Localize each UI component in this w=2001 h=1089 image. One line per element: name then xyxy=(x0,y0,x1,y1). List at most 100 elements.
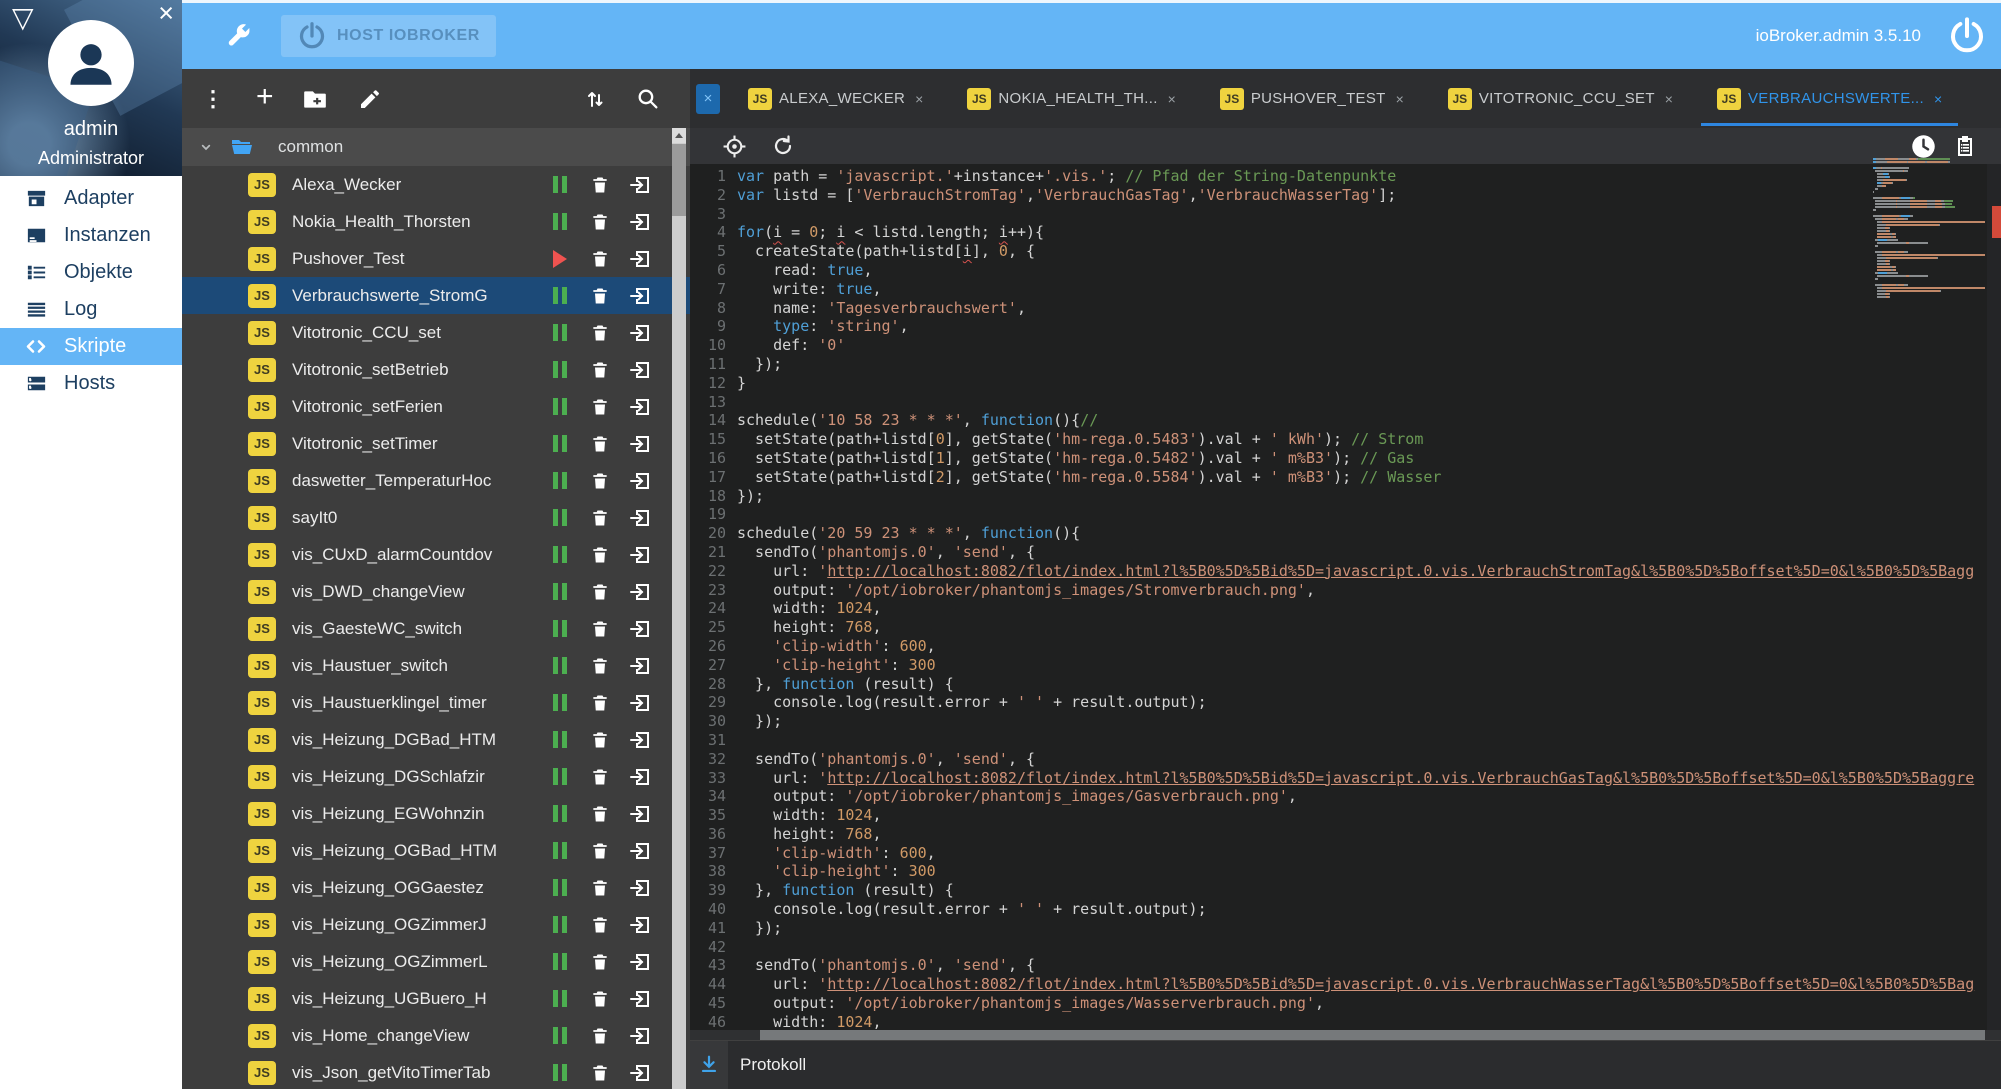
script-row[interactable]: JS Pushover_Test xyxy=(182,240,690,277)
delete-icon[interactable] xyxy=(580,507,620,529)
delete-icon[interactable] xyxy=(580,470,620,492)
refresh-icon[interactable] xyxy=(771,134,795,158)
pause-icon[interactable] xyxy=(553,731,567,748)
script-row[interactable]: JS vis_Haustuerklingel_timer xyxy=(182,684,690,721)
tab-close-icon[interactable]: × xyxy=(1665,91,1673,107)
script-row[interactable]: JS vis_Heizung_DGSchlafzir xyxy=(182,758,690,795)
delete-icon[interactable] xyxy=(580,211,620,233)
minimap[interactable] xyxy=(1873,158,1985,299)
script-row[interactable]: JS daswetter_TemperaturHoc xyxy=(182,462,690,499)
export-icon[interactable] xyxy=(620,284,660,308)
export-icon[interactable] xyxy=(620,987,660,1011)
script-row[interactable]: JS vis_GaesteWC_switch xyxy=(182,610,690,647)
pause-icon[interactable] xyxy=(553,990,567,1007)
sidebar-item-adapter[interactable]: Adapter xyxy=(0,180,182,217)
export-icon[interactable] xyxy=(620,247,660,271)
script-row[interactable]: JS vis_DWD_changeView xyxy=(182,573,690,610)
pause-icon[interactable] xyxy=(553,435,567,452)
delete-icon[interactable] xyxy=(580,1025,620,1047)
delete-icon[interactable] xyxy=(580,877,620,899)
pause-icon[interactable] xyxy=(553,768,567,785)
more-menu-icon[interactable]: ⋮ xyxy=(202,87,224,110)
script-row[interactable]: JS Vitotronic_setBetrieb xyxy=(182,351,690,388)
close-sidebar-icon[interactable]: × xyxy=(158,0,174,27)
export-icon[interactable] xyxy=(620,691,660,715)
scripts-scrollbar[interactable] xyxy=(672,128,686,1089)
script-row[interactable]: JS vis_Heizung_OGBad_HTM xyxy=(182,832,690,869)
edit-icon[interactable] xyxy=(358,87,382,111)
play-icon[interactable] xyxy=(553,249,567,268)
pause-icon[interactable] xyxy=(553,694,567,711)
script-row[interactable]: JS Alexa_Wecker xyxy=(182,166,690,203)
script-row[interactable]: JS vis_Haustuer_switch xyxy=(182,647,690,684)
sidebar-item-log[interactable]: Log xyxy=(0,291,182,328)
scroll-up-icon[interactable] xyxy=(672,128,686,143)
search-icon[interactable] xyxy=(635,86,660,111)
pause-icon[interactable] xyxy=(553,1064,567,1081)
script-row[interactable]: JS vis_Heizung_OGGaestez xyxy=(182,869,690,906)
tab-close-icon[interactable]: × xyxy=(1396,91,1404,107)
editor-tab-4[interactable]: JS VITOTRONIC_CCU_SET × xyxy=(1432,69,1689,128)
pause-icon[interactable] xyxy=(553,916,567,933)
pause-icon[interactable] xyxy=(553,657,567,674)
hscroll-thumb[interactable] xyxy=(760,1030,1985,1040)
export-icon[interactable] xyxy=(620,913,660,937)
export-icon[interactable] xyxy=(620,506,660,530)
export-icon[interactable] xyxy=(620,1061,660,1085)
script-row[interactable]: JS vis_CUxD_alarmCountdov xyxy=(182,536,690,573)
code-area[interactable]: 1 2 3 4 5 6 7 8 9 10 11 12 13 14 15 16 17 18 19 20 21 22 23 24 2… xyxy=(690,164,2001,1030)
host-iobroker-button[interactable]: HOST IOBROKER xyxy=(281,15,496,57)
script-row[interactable]: JS Verbrauchswerte_StromG xyxy=(182,277,690,314)
export-icon[interactable] xyxy=(620,728,660,752)
export-icon[interactable] xyxy=(620,1024,660,1048)
delete-icon[interactable] xyxy=(580,359,620,381)
pause-icon[interactable] xyxy=(553,879,567,896)
pause-icon[interactable] xyxy=(553,805,567,822)
delete-icon[interactable] xyxy=(580,544,620,566)
script-row[interactable]: JS vis_Heizung_EGWohnzin xyxy=(182,795,690,832)
folder-row-common[interactable]: common xyxy=(182,128,690,166)
export-icon[interactable] xyxy=(620,543,660,567)
horizontal-scrollbar[interactable] xyxy=(690,1030,2001,1040)
log-bar[interactable]: Protokoll xyxy=(690,1040,2001,1089)
delete-icon[interactable] xyxy=(580,285,620,307)
script-row[interactable]: JS vis_Heizung_OGZimmerJ xyxy=(182,906,690,943)
pause-icon[interactable] xyxy=(553,583,567,600)
pause-icon[interactable] xyxy=(553,361,567,378)
delete-icon[interactable] xyxy=(580,618,620,640)
chevron-down-icon[interactable] xyxy=(198,139,214,155)
script-row[interactable]: JS Nokia_Health_Thorsten xyxy=(182,203,690,240)
pause-icon[interactable] xyxy=(553,953,567,970)
pause-icon[interactable] xyxy=(553,472,567,489)
annotation-ruler[interactable] xyxy=(1987,164,2001,1040)
editor-tab-3[interactable]: JS PUSHOVER_TEST × xyxy=(1204,69,1420,128)
delete-icon[interactable] xyxy=(580,951,620,973)
delete-icon[interactable] xyxy=(580,1062,620,1084)
delete-icon[interactable] xyxy=(580,322,620,344)
sidebar-item-instanzen[interactable]: Instanzen xyxy=(0,217,182,254)
export-icon[interactable] xyxy=(620,617,660,641)
locate-icon[interactable] xyxy=(722,134,747,159)
scrollbar-thumb[interactable] xyxy=(672,144,686,216)
editor-tab-2[interactable]: JS NOKIA_HEALTH_TH... × xyxy=(951,69,1192,128)
script-row[interactable]: JS sayIt0 xyxy=(182,499,690,536)
delete-icon[interactable] xyxy=(580,248,620,270)
pause-icon[interactable] xyxy=(553,176,567,193)
export-icon[interactable] xyxy=(620,839,660,863)
delete-icon[interactable] xyxy=(580,396,620,418)
pause-icon[interactable] xyxy=(553,213,567,230)
error-marker[interactable] xyxy=(1992,206,2001,238)
export-icon[interactable] xyxy=(620,358,660,382)
delete-icon[interactable] xyxy=(580,433,620,455)
export-icon[interactable] xyxy=(620,321,660,345)
tab-close-icon[interactable]: × xyxy=(1934,91,1942,107)
add-folder-icon[interactable] xyxy=(302,86,328,112)
delete-icon[interactable] xyxy=(580,766,620,788)
export-icon[interactable] xyxy=(620,950,660,974)
editor-tab-5[interactable]: JS VERBRAUCHSWERTE... × xyxy=(1700,69,1959,128)
delete-icon[interactable] xyxy=(580,655,620,677)
add-script-icon[interactable]: + xyxy=(256,82,274,112)
script-row[interactable]: JS vis_Home_changeView xyxy=(182,1017,690,1054)
delete-icon[interactable] xyxy=(580,174,620,196)
script-row[interactable]: JS vis_Heizung_UGBuero_H xyxy=(182,980,690,1017)
